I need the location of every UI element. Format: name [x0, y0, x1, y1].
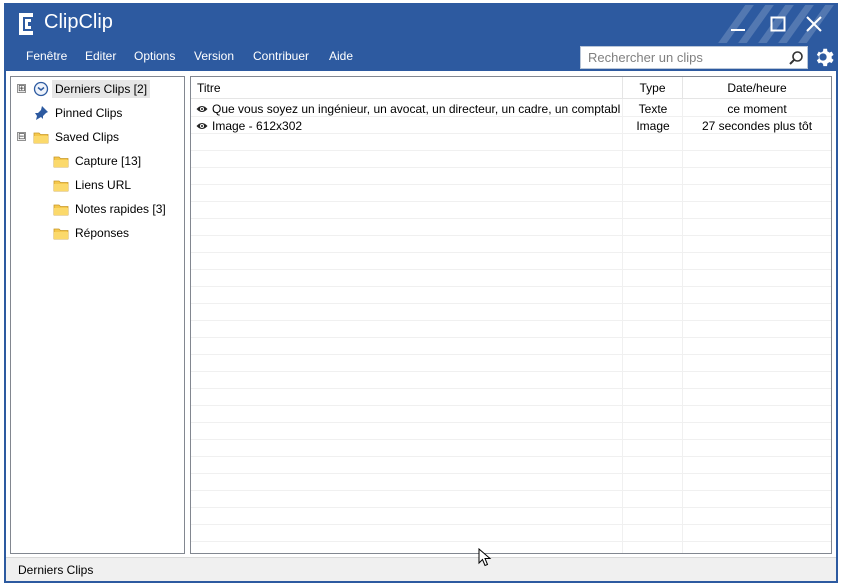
clock-icon — [33, 81, 49, 97]
menu-options[interactable]: Options — [134, 49, 175, 63]
column-divider — [682, 99, 683, 553]
row-divider — [191, 252, 831, 253]
clip-type: Texte — [638, 102, 668, 116]
row-divider — [191, 354, 831, 355]
column-header-titre[interactable]: Titre — [191, 77, 623, 99]
gear-icon[interactable] — [812, 46, 834, 68]
search-icon[interactable] — [787, 49, 805, 67]
tree-label: Réponses — [75, 226, 130, 240]
menu-aide[interactable]: Aide — [329, 49, 353, 63]
app-title: ClipClip — [44, 11, 113, 33]
row-divider — [191, 320, 831, 321]
folder-icon — [53, 156, 69, 168]
folder-icon — [53, 180, 69, 192]
row-divider — [191, 167, 831, 168]
menu-bar: Fenêtre Editer Options Version Contribue… — [6, 43, 836, 71]
tree-label: Saved Clips — [55, 130, 120, 144]
table-row[interactable]: Image - 612x302 Image 27 secondes plus t… — [191, 117, 831, 134]
row-divider — [191, 388, 831, 389]
column-header-type[interactable]: Type — [623, 77, 683, 99]
maximize-button[interactable] — [764, 11, 792, 37]
menu-fenetre[interactable]: Fenêtre — [26, 49, 67, 63]
menu-version[interactable]: Version — [194, 49, 234, 63]
menu-contribuer[interactable]: Contribuer — [253, 49, 309, 63]
row-divider — [191, 184, 831, 185]
eye-icon — [196, 123, 208, 129]
tree-label: Derniers Clips [2] — [52, 80, 151, 98]
column-divider — [622, 99, 623, 553]
folder-tree: ⊞ Derniers Clips [2] Pinned Clips ⊟ Save… — [10, 76, 185, 554]
status-bar: Derniers Clips — [6, 557, 836, 581]
row-divider — [191, 235, 831, 236]
title-bar[interactable]: ClipClip — [6, 5, 836, 43]
eye-icon — [196, 106, 208, 112]
tree-label: Liens URL — [75, 178, 132, 192]
tree-label: Pinned Clips — [55, 106, 123, 120]
row-divider — [191, 150, 831, 151]
clip-title: Que vous soyez un ingénieur, un avocat, … — [212, 102, 620, 116]
client-area: ⊞ Derniers Clips [2] Pinned Clips ⊟ Save… — [6, 71, 836, 581]
clip-date: 27 secondes plus tôt — [701, 119, 813, 133]
row-divider — [191, 303, 831, 304]
tree-item-derniers-clips[interactable]: ⊞ Derniers Clips [2] — [11, 78, 184, 100]
status-text: Derniers Clips — [18, 563, 94, 577]
clip-date: ce moment — [727, 102, 787, 116]
folder-icon — [53, 204, 69, 216]
pin-icon — [35, 106, 48, 120]
row-divider — [191, 201, 831, 202]
row-divider — [191, 490, 831, 491]
menu-editer[interactable]: Editer — [85, 49, 116, 63]
clip-type: Image — [636, 119, 670, 133]
row-divider — [191, 507, 831, 508]
search-box — [580, 46, 808, 69]
mouse-cursor-icon — [478, 548, 492, 567]
close-icon — [806, 16, 822, 32]
tree-label: Notes rapides [3] — [75, 202, 166, 216]
row-divider — [191, 218, 831, 219]
row-divider — [191, 371, 831, 372]
row-divider — [191, 456, 831, 457]
folder-icon — [53, 228, 69, 240]
row-divider — [191, 439, 831, 440]
clipclip-logo-icon — [19, 13, 33, 35]
tree-item-capture[interactable]: Capture [13] — [11, 150, 184, 172]
row-divider — [191, 473, 831, 474]
tree-label: Capture [13] — [75, 154, 142, 168]
tree-item-notes-rapides[interactable]: Notes rapides [3] — [11, 198, 184, 220]
row-divider — [191, 541, 831, 542]
minimize-button[interactable] — [724, 11, 752, 37]
tree-item-pinned-clips[interactable]: Pinned Clips — [11, 102, 184, 124]
search-input[interactable] — [581, 47, 781, 68]
clip-title: Image - 612x302 — [212, 119, 303, 133]
maximize-icon — [770, 16, 786, 32]
app-window: ClipClip Fenêtre Editer Options Version … — [4, 3, 838, 583]
row-divider — [191, 422, 831, 423]
folder-icon — [33, 132, 49, 144]
table-row[interactable]: Que vous soyez un ingénieur, un avocat, … — [191, 100, 831, 117]
row-divider — [191, 405, 831, 406]
minimize-icon — [731, 29, 745, 31]
tree-item-saved-clips[interactable]: ⊟ Saved Clips — [11, 126, 184, 148]
row-divider — [191, 337, 831, 338]
row-divider — [191, 286, 831, 287]
row-divider — [191, 524, 831, 525]
expand-icon[interactable]: ⊞ — [17, 84, 26, 93]
row-divider — [191, 269, 831, 270]
tree-item-liens-url[interactable]: Liens URL — [11, 174, 184, 196]
close-button[interactable] — [800, 11, 828, 37]
clips-list: Titre Type Date/heure Que vous soyez un … — [190, 76, 832, 554]
column-header-date[interactable]: Date/heure — [683, 77, 831, 99]
collapse-icon[interactable]: ⊟ — [17, 132, 26, 141]
tree-item-reponses[interactable]: Réponses — [11, 222, 184, 244]
